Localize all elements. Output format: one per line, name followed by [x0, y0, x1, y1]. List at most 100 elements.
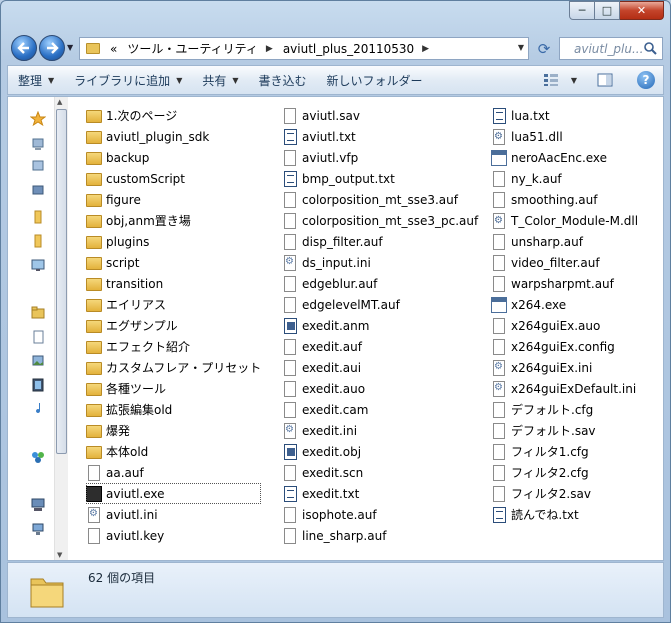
address-dropdown[interactable]: ▼ [518, 43, 524, 52]
file-item[interactable]: video_filter.auf [491, 252, 638, 273]
file-item[interactable]: exedit.obj [282, 441, 478, 462]
file-item[interactable]: aviutl.txt [282, 126, 478, 147]
search-input[interactable]: aviutl_plu... [559, 37, 663, 60]
file-item[interactable]: exedit.cam [282, 399, 478, 420]
scroll-up-icon[interactable]: ▲ [57, 98, 62, 106]
homegroup-icon[interactable] [30, 449, 46, 465]
file-item[interactable]: edgelevelMT.auf [282, 294, 478, 315]
file-item[interactable]: smoothing.auf [491, 189, 638, 210]
forward-button[interactable] [39, 35, 65, 61]
network-icon[interactable] [30, 521, 46, 537]
favorites-star-icon[interactable] [30, 111, 46, 127]
back-button[interactable] [11, 35, 37, 61]
file-item[interactable]: x264guiExDefault.ini [491, 378, 638, 399]
folder-item[interactable]: カスタムフレア・プリセット [86, 357, 261, 378]
folder-item[interactable]: backup [86, 147, 261, 168]
file-item[interactable]: x264guiEx.ini [491, 357, 638, 378]
folder-item[interactable]: script [86, 252, 261, 273]
breadcrumb-current[interactable]: aviutl_plus_20110530 ▶ [283, 42, 429, 56]
refresh-button[interactable]: ⟳ [532, 37, 556, 60]
file-item[interactable]: aviutl.vfp [282, 147, 478, 168]
view-options-button[interactable]: ▼ [533, 66, 587, 94]
file-item[interactable]: exedit.scn [282, 462, 478, 483]
file-item[interactable]: デフォルト.sav [491, 420, 638, 441]
file-item[interactable]: exedit.anm [282, 315, 478, 336]
file-item[interactable]: edgeblur.auf [282, 273, 478, 294]
breadcrumb-overflow[interactable]: « [110, 42, 117, 56]
share-button[interactable]: 共有 ▼ [192, 66, 248, 94]
file-item[interactable]: lua.txt [491, 105, 638, 126]
folder-item[interactable]: エグザンプル [86, 315, 261, 336]
maximize-button[interactable]: □ [595, 1, 620, 20]
folder-item[interactable]: 1.次のページ [86, 105, 261, 126]
file-item[interactable]: x264guiEx.auo [491, 315, 638, 336]
new-folder-button[interactable]: 新しいフォルダー [317, 66, 433, 94]
file-item[interactable]: aviutl.sav [282, 105, 478, 126]
file-item[interactable]: line_sharp.auf [282, 525, 478, 546]
recent-pages-dropdown[interactable]: ▼ [67, 43, 73, 52]
folder-item[interactable]: transition [86, 273, 261, 294]
close-button[interactable]: ✕ [620, 1, 664, 20]
file-item[interactable]: aviutl.ini [86, 504, 261, 525]
file-item[interactable]: x264guiEx.config [491, 336, 638, 357]
folder-item[interactable]: 爆発 [86, 420, 261, 441]
file-item[interactable]: exedit.txt [282, 483, 478, 504]
folder-item[interactable]: エイリアス [86, 294, 261, 315]
scrollbar-thumb[interactable] [56, 109, 67, 454]
minimize-button[interactable]: ─ [569, 1, 595, 20]
folder-item[interactable]: figure [86, 189, 261, 210]
folder-item[interactable]: aviutl_plugin_sdk [86, 126, 261, 147]
desktop-icon[interactable] [30, 137, 46, 153]
nav-pane-scrollbar[interactable]: ▲ ▼ [54, 97, 68, 560]
breadcrumb-tools[interactable]: ツール・ユーティリティ ▶ [127, 40, 272, 57]
folder-item[interactable]: plugins [86, 231, 261, 252]
file-item[interactable]: disp_filter.auf [282, 231, 478, 252]
folder-item[interactable]: customScript [86, 168, 261, 189]
organize-button[interactable]: 整理 ▼ [8, 66, 64, 94]
file-item[interactable]: ds_input.ini [282, 252, 478, 273]
include-in-library-button[interactable]: ライブラリに追加 ▼ [64, 66, 192, 94]
libraries-icon[interactable] [30, 305, 46, 321]
chevron-right-icon[interactable]: ▶ [422, 44, 429, 54]
file-item[interactable]: aviutl.key [86, 525, 261, 546]
folder-item[interactable]: エフェクト紹介 [86, 336, 261, 357]
file-item[interactable]: フィルタ2.cfg [491, 462, 638, 483]
monitor-icon[interactable] [30, 257, 46, 273]
file-item[interactable]: aa.auf [86, 462, 261, 483]
address-bar[interactable]: « ツール・ユーティリティ ▶ aviutl_plus_20110530 ▶ ▼ [79, 37, 529, 60]
folder-item[interactable]: obj,anm置き場 [86, 210, 261, 231]
file-item[interactable]: デフォルト.cfg [491, 399, 638, 420]
music-icon[interactable] [30, 401, 46, 417]
file-item[interactable]: ny_k.auf [491, 168, 638, 189]
file-item[interactable]: aviutl.exe [86, 483, 262, 504]
computer-icon[interactable] [30, 497, 46, 513]
folder-icon[interactable] [30, 209, 46, 225]
folder-item[interactable]: 拡張編集old [86, 399, 261, 420]
file-item[interactable]: exedit.auo [282, 378, 478, 399]
folder-item[interactable]: 各種ツール [86, 378, 261, 399]
burn-button[interactable]: 書き込む [249, 66, 317, 94]
file-item[interactable]: lua51.dll [491, 126, 638, 147]
scroll-down-icon[interactable]: ▼ [57, 551, 62, 559]
folder-item[interactable]: 本体old [86, 441, 261, 462]
help-icon[interactable]: ? [637, 71, 655, 89]
chevron-right-icon[interactable]: ▶ [266, 44, 273, 54]
file-item[interactable]: isophote.auf [282, 504, 478, 525]
file-item[interactable]: neroAacEnc.exe [491, 147, 638, 168]
file-item[interactable]: フィルタ1.cfg [491, 441, 638, 462]
videos-icon[interactable] [30, 377, 46, 393]
file-item[interactable]: exedit.aui [282, 357, 478, 378]
file-item[interactable]: colorposition_mt_sse3_pc.auf [282, 210, 478, 231]
file-item[interactable]: フィルタ2.sav [491, 483, 638, 504]
recent-places-icon[interactable] [30, 181, 46, 197]
file-item[interactable]: warpsharpmt.auf [491, 273, 638, 294]
folder-icon[interactable] [30, 233, 46, 249]
pictures-icon[interactable] [30, 353, 46, 369]
file-item[interactable]: colorposition_mt_sse3.auf [282, 189, 478, 210]
downloads-icon[interactable] [30, 157, 46, 173]
file-item[interactable]: x264.exe [491, 294, 638, 315]
file-item[interactable]: 読んでね.txt [491, 504, 638, 525]
file-item[interactable]: unsharp.auf [491, 231, 638, 252]
file-item[interactable]: exedit.auf [282, 336, 478, 357]
file-item[interactable]: exedit.ini [282, 420, 478, 441]
